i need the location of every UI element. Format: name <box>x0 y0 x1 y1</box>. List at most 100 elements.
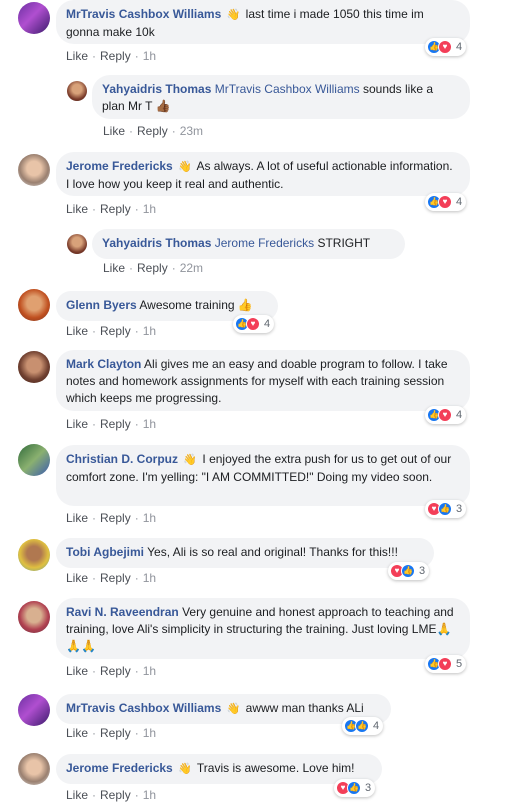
reaction-count: 3 <box>419 565 426 577</box>
timestamp[interactable]: 1h <box>143 726 156 740</box>
like-link[interactable]: Like <box>66 417 88 431</box>
reply-link[interactable]: Reply <box>100 511 131 525</box>
commenter-name[interactable]: MrTravis Cashbox Williams <box>66 701 221 715</box>
comment-actions: Like · Reply · 1h <box>66 49 157 63</box>
avatar[interactable] <box>18 289 50 321</box>
comment-text: Awesome training <box>139 298 235 312</box>
like-link[interactable]: Like <box>103 124 125 138</box>
timestamp[interactable]: 1h <box>143 417 156 431</box>
love-reaction-icon: ♥ <box>246 317 260 331</box>
like-link[interactable]: Like <box>66 726 88 740</box>
like-link[interactable]: Like <box>66 511 88 525</box>
like-link[interactable]: Like <box>66 202 88 216</box>
commenter-name[interactable]: Ravi N. Raveendran <box>66 605 179 619</box>
avatar[interactable] <box>18 694 50 726</box>
comment-actions: Like · Reply · 1h <box>66 726 157 740</box>
thumbs-up-icon: 👍🏾 <box>155 99 171 113</box>
avatar[interactable] <box>18 539 50 571</box>
comment-bubble: Mark Clayton Ali gives me an easy and do… <box>56 350 470 411</box>
thumbs-up-icon: 👍 <box>237 298 253 312</box>
mention-tag[interactable]: MrTravis Cashbox Williams <box>215 82 360 96</box>
reply-link[interactable]: Reply <box>100 664 131 678</box>
like-link[interactable]: Like <box>66 664 88 678</box>
reply-link[interactable]: Reply <box>100 726 131 740</box>
love-reaction-icon: ♥ <box>438 657 452 671</box>
like-link[interactable]: Like <box>66 788 88 802</box>
timestamp[interactable]: 1h <box>143 571 156 585</box>
timestamp[interactable]: 1h <box>143 664 156 678</box>
reply-link[interactable]: Reply <box>137 261 168 275</box>
reply-link[interactable]: Reply <box>100 324 131 338</box>
commenter-name[interactable]: MrTravis Cashbox Williams <box>66 7 221 21</box>
avatar[interactable] <box>18 154 50 186</box>
avatar[interactable] <box>18 601 50 633</box>
commenter-name[interactable]: Yahyaidris Thomas <box>102 82 211 96</box>
reaction-count: 4 <box>456 41 463 53</box>
comment-text: Yes, Ali is so real and original! Thanks… <box>147 545 398 559</box>
avatar[interactable] <box>67 81 87 101</box>
reaction-count: 4 <box>373 720 380 732</box>
comment-actions: Like · Reply · 1h <box>66 511 157 525</box>
timestamp[interactable]: 1h <box>143 511 156 525</box>
comment-actions: Like · Reply · 1h <box>66 324 157 338</box>
reply-link[interactable]: Reply <box>100 571 131 585</box>
avatar[interactable] <box>18 2 50 34</box>
reaction-count: 4 <box>264 318 271 330</box>
reaction-summary[interactable]: ♥ 👍 3 <box>425 500 467 518</box>
comment-actions: Like · Reply · 1h <box>66 417 157 431</box>
like-link[interactable]: Like <box>66 49 88 63</box>
reaction-count: 4 <box>456 409 463 421</box>
waving-hand-icon: 👋 <box>183 454 198 466</box>
comment-bubble: Ravi N. Raveendran Very genuine and hone… <box>56 598 470 659</box>
waving-hand-icon: 👋 <box>178 161 192 173</box>
reaction-summary[interactable]: 👍 ♥ 4 <box>425 406 467 424</box>
commenter-name[interactable]: Mark Clayton <box>66 357 141 371</box>
timestamp[interactable]: 22m <box>180 261 203 275</box>
like-link[interactable]: Like <box>66 324 88 338</box>
like-reaction-icon: 👍 <box>401 564 415 578</box>
reaction-summary[interactable]: 👍 ♥ 4 <box>233 315 275 333</box>
comment-actions: Like · Reply · 23m <box>103 124 204 138</box>
comment-bubble: Jerome Fredericks 👋 As always. A lot of … <box>56 152 470 196</box>
comment-text: Travis is awesome. Love him! <box>196 761 355 775</box>
reaction-summary[interactable]: 👍 👍 4 <box>342 717 384 735</box>
commenter-name[interactable]: Jerome Fredericks <box>66 159 173 173</box>
avatar[interactable] <box>67 234 87 254</box>
reply-link[interactable]: Reply <box>137 124 168 138</box>
timestamp[interactable]: 1h <box>143 202 156 216</box>
like-link[interactable]: Like <box>66 571 88 585</box>
reaction-summary[interactable]: ♥ 👍 3 <box>388 562 430 580</box>
comment-bubble: Yahyaidris Thomas MrTravis Cashbox Willi… <box>92 75 470 119</box>
comment-bubble: MrTravis Cashbox Williams 👋 awww man tha… <box>56 694 391 724</box>
timestamp[interactable]: 23m <box>180 124 203 138</box>
mention-tag[interactable]: Jerome Fredericks <box>215 236 314 250</box>
avatar[interactable] <box>18 351 50 383</box>
avatar[interactable] <box>18 753 50 785</box>
commenter-name[interactable]: Yahyaidris Thomas <box>102 236 211 250</box>
avatar[interactable] <box>18 444 50 476</box>
reply-link[interactable]: Reply <box>100 202 131 216</box>
like-link[interactable]: Like <box>103 261 125 275</box>
reaction-summary[interactable]: 👍 ♥ 4 <box>425 193 467 211</box>
comment-text: awww man thanks ALi <box>245 701 364 715</box>
timestamp[interactable]: 1h <box>143 324 156 338</box>
timestamp[interactable]: 1h <box>143 49 156 63</box>
commenter-name[interactable]: Tobi Agbejimi <box>66 545 144 559</box>
commenter-name[interactable]: Glenn Byers <box>66 298 137 312</box>
commenter-name[interactable]: Jerome Fredericks <box>66 761 173 775</box>
reaction-summary[interactable]: ♥ 👍 3 <box>334 779 376 797</box>
commenter-name[interactable]: Christian D. Corpuz <box>66 452 178 466</box>
reply-link[interactable]: Reply <box>100 417 131 431</box>
reaction-summary[interactable]: 👍 ♥ 4 <box>425 38 467 56</box>
reply-link[interactable]: Reply <box>100 788 131 802</box>
comment-actions: Like · Reply · 1h <box>66 571 157 585</box>
reaction-summary[interactable]: 👍 ♥ 5 <box>425 655 467 673</box>
like-reaction-icon: 👍 <box>347 781 361 795</box>
love-reaction-icon: ♥ <box>438 408 452 422</box>
comment-text: STRIGHT <box>317 236 371 250</box>
comment-bubble: Tobi Agbejimi Yes, Ali is so real and or… <box>56 538 434 568</box>
love-reaction-icon: ♥ <box>438 195 452 209</box>
comment-bubble: Jerome Fredericks 👋 Travis is awesome. L… <box>56 754 382 784</box>
timestamp[interactable]: 1h <box>143 788 156 802</box>
reply-link[interactable]: Reply <box>100 49 131 63</box>
